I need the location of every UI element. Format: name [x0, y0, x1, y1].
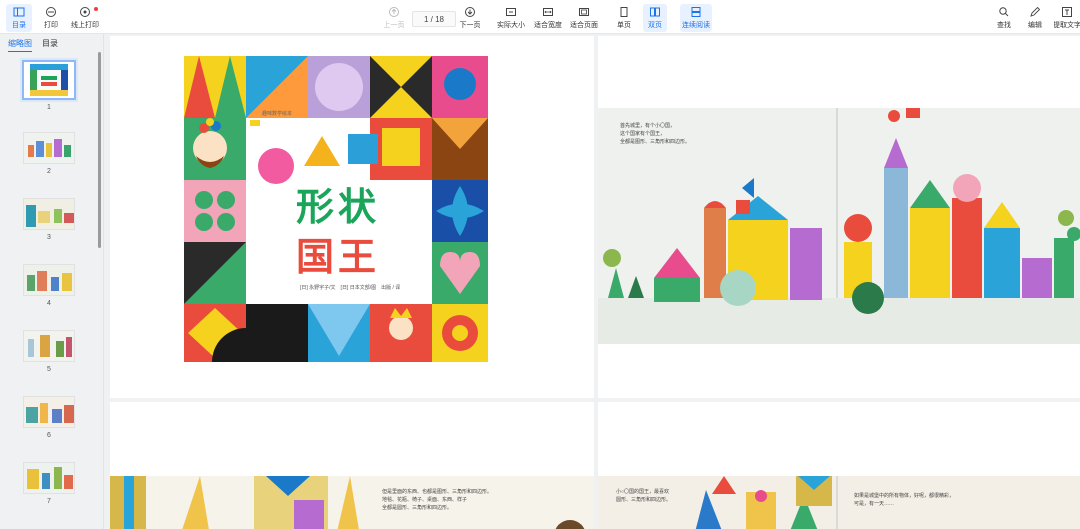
thumbnail-number: 5 [47, 366, 51, 373]
edit-button[interactable]: 编辑 [1023, 4, 1047, 32]
page-indicator[interactable]: 1 / 18 [412, 11, 456, 27]
page2-text: 首先城里，有个小〇国， 这个国家有个国王， 全都是图形、三角形和四边形。 [620, 122, 690, 146]
page4-text-left: 小○〇国的国王，最喜欢 圆形、三角形和四边形。 [616, 488, 671, 504]
extract-text-icon [1062, 7, 1072, 17]
actual-size-icon [506, 8, 516, 16]
fit-page-icon [579, 8, 589, 16]
thumbnail-number: 7 [47, 498, 51, 505]
thumbnail-image [23, 264, 75, 296]
thumbnail-number: 3 [47, 234, 51, 241]
thumbnail-image [23, 330, 75, 362]
actual-size-button[interactable]: 实际大小 [494, 4, 528, 32]
page3-line: 全都是圆形、三角形和四边形。 [382, 505, 453, 511]
page-castle-spread: 首先城里，有个小〇国， 这个国家有个国王， 全都是图形、三角形和四边形。 [598, 36, 1080, 398]
thumbnail-number: 1 [47, 104, 51, 111]
thumbnail-image [23, 132, 75, 164]
fit-page-button[interactable]: 适合页面 [568, 4, 600, 32]
continuous-read-label: 连续阅读 [682, 22, 710, 29]
arrow-down-circle-icon [465, 7, 475, 17]
interior-illustration [110, 476, 594, 529]
page-interior-left: 但是里面的东西、也都是图形、三角形和四边形。 地毯、花瓶、椅子、桌面、东西、样子… [110, 402, 594, 529]
sidebar-icon [13, 7, 25, 17]
page4-line: 圆形、三角形和四边形。 [616, 497, 672, 503]
double-page-icon [650, 7, 660, 17]
search-icon [999, 7, 1009, 17]
notification-badge [94, 7, 98, 11]
thumbnail-item[interactable]: 3 [18, 198, 80, 241]
fit-width-button[interactable]: 适合宽度 [532, 4, 564, 32]
thumbnail-image [23, 396, 75, 428]
next-page-label: 下一页 [459, 22, 481, 29]
toolbar: 目录 打印 线上打印 上一页 1 / 18 下一页 实际大小 适合宽度 适合页面… [0, 0, 1080, 34]
double-page-label: 双页 [648, 22, 662, 29]
double-page-button[interactable]: 双页 [643, 4, 667, 32]
next-page-button[interactable]: 下一页 [456, 4, 484, 32]
thumbnail-number: 6 [47, 432, 51, 439]
page4-text-right: 如果是城堡中的所有物体，好呢，都很精彩， 可是，有一天…… [854, 492, 954, 508]
page2-line: 全都是图形、三角形和四边形。 [620, 139, 691, 145]
thumbnail-item[interactable]: 2 [18, 132, 80, 175]
online-print-icon [80, 7, 90, 17]
edit-label: 编辑 [1028, 22, 1042, 29]
print-button[interactable]: 打印 [38, 4, 64, 32]
sidebar-scrollbar[interactable] [98, 52, 101, 248]
page3-line: 地毯、花瓶、椅子、桌面、东西、样子 [382, 497, 468, 503]
online-print-label: 线上打印 [71, 22, 99, 29]
print-label: 打印 [44, 22, 58, 29]
single-page-icon [620, 7, 628, 17]
page3-text: 但是里面的东西、也都是图形、三角形和四边形。 地毯、花瓶、椅子、桌面、东西、样子… [382, 488, 492, 512]
thumbnail-image [23, 462, 75, 494]
tab-outline[interactable]: 目录 [42, 38, 58, 52]
find-button[interactable]: 查找 [992, 4, 1016, 32]
series-label: 趣味数学绘本 [262, 111, 293, 117]
page3-line: 但是里面的东西、也都是图形、三角形和四边形。 [382, 489, 493, 495]
thumbnail-item[interactable]: 7 [18, 462, 80, 505]
prev-page-button[interactable]: 上一页 [380, 4, 408, 32]
extract-text-label: 提取文字 [1054, 22, 1080, 29]
thumbnail-item[interactable]: 1 [18, 58, 80, 111]
fit-page-label: 适合页面 [570, 22, 598, 29]
page2-line: 首先城里，有个小〇国， [620, 123, 676, 129]
sidebar-tabs: 缩略图 目录 [8, 38, 58, 52]
single-page-label: 单页 [617, 22, 631, 29]
online-print-button[interactable]: 线上打印 [70, 4, 100, 32]
page4-line: 如果是城堡中的所有物体，好呢，都很精彩， [854, 493, 955, 499]
fit-width-label: 适合宽度 [534, 22, 562, 29]
thumbnail-number: 2 [47, 168, 51, 175]
prev-page-label: 上一页 [383, 22, 405, 29]
actual-size-label: 实际大小 [497, 22, 525, 29]
toc-label: 目录 [12, 22, 26, 29]
page-cover: 形状 国王 趣味数学绘本 [日] 永野宇子/文 [日] 日本文部/图 出版 / … [110, 36, 594, 398]
tab-thumbnails[interactable]: 缩略图 [8, 38, 32, 52]
thumbnail-image [20, 58, 78, 102]
find-label: 查找 [997, 22, 1011, 29]
thumbnail-sidebar: 缩略图 目录 1 2 3 4 5 6 7 [0, 34, 104, 529]
arrow-up-circle-icon [389, 7, 399, 17]
pencil-icon [1030, 6, 1041, 17]
extract-text-button[interactable]: 提取文字 [1054, 4, 1080, 32]
thumbnail-item[interactable]: 5 [18, 330, 80, 373]
thumbnail-image [23, 198, 75, 230]
credits: [日] 永野宇子/文 [日] 日本文部/图 出版 / 译 [300, 285, 401, 291]
fit-width-icon [543, 8, 553, 16]
continuous-read-icon [691, 7, 701, 17]
page2-line: 这个国家有个国王， [620, 131, 666, 137]
print-icon [46, 7, 56, 17]
thumbnail-item[interactable]: 6 [18, 396, 80, 439]
continuous-read-button[interactable]: 连续阅读 [680, 4, 712, 32]
page-interior-right: 小○〇国的国王，最喜欢 圆形、三角形和四边形。 如果是城堡中的所有物体，好呢，都… [598, 402, 1080, 529]
toc-button[interactable]: 目录 [6, 4, 32, 32]
book-title-line2: 国王 [296, 235, 381, 279]
book-title-line1: 形状 [296, 185, 381, 229]
page4-line: 可是，有一天…… [854, 501, 895, 507]
thumbnail-item[interactable]: 4 [18, 264, 80, 307]
reading-area: 形状 国王 趣味数学绘本 [日] 永野宇子/文 [日] 日本文部/图 出版 / … [104, 34, 1080, 529]
single-page-button[interactable]: 单页 [612, 4, 636, 32]
page4-line: 小○〇国的国王，最喜欢 [616, 489, 670, 495]
thumbnail-number: 4 [47, 300, 51, 307]
